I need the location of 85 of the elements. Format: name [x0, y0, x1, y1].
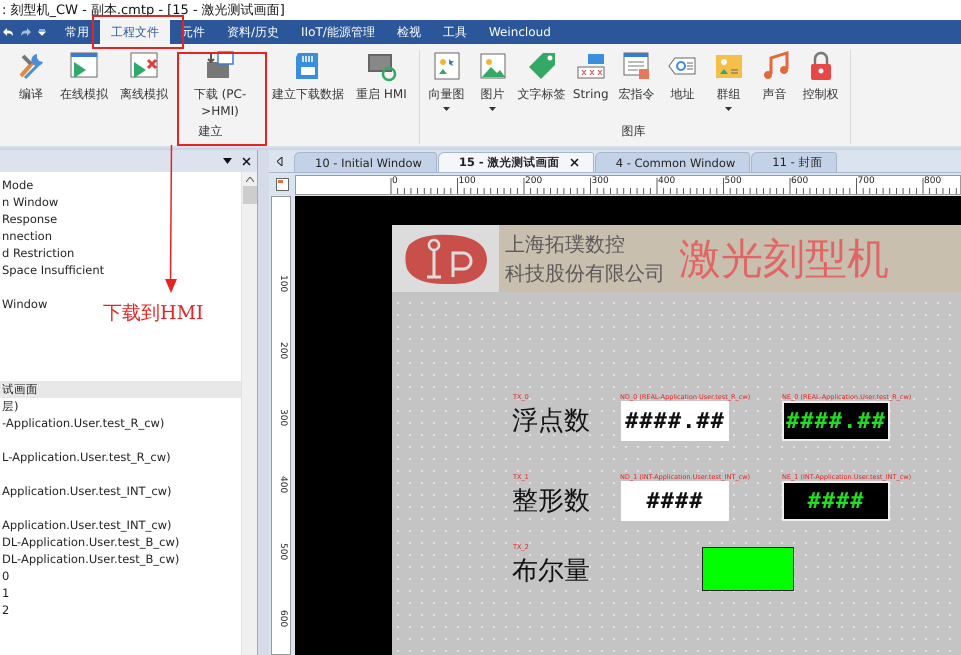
ribbon-button[interactable]: 群组: [706, 50, 752, 111]
ruler-label: 200: [525, 176, 542, 186]
numeric-input[interactable]: ####.##: [782, 401, 890, 441]
editor-tab[interactable]: 4 - Common Window: [594, 152, 750, 172]
ruler-label: 500: [724, 176, 742, 186]
group-label: 图库: [622, 123, 646, 140]
tree-item[interactable]: d Restriction: [0, 245, 74, 262]
ruler-label: 600: [791, 176, 808, 186]
tree-item[interactable]: L-Application.User.test_R_cw): [0, 449, 171, 466]
numeric-input[interactable]: ####: [782, 481, 890, 521]
ruler-label: 100: [458, 176, 476, 186]
menu-tab[interactable]: 资料/历史: [216, 20, 290, 44]
tree-item[interactable]: 1: [0, 585, 10, 602]
undo-icon[interactable]: [2, 27, 14, 37]
annotation-text: 下载到HMI: [103, 301, 204, 326]
ribbon-button[interactable]: 在线模拟: [54, 50, 114, 103]
window-title: : 刻型机_CW - 副本.cmtp - [15 - 激光测试画面]: [2, 2, 285, 19]
tree-item[interactable]: Mode: [0, 177, 34, 194]
tree-item[interactable]: Application.User.test_INT_cw): [0, 517, 172, 534]
numeric-display[interactable]: ####: [621, 481, 729, 521]
window-icon[interactable]: [276, 178, 288, 191]
tree-item[interactable]: Response: [0, 211, 58, 228]
numeric-display[interactable]: ####.##: [621, 401, 729, 441]
menu-tab[interactable]: 检视: [386, 20, 432, 44]
ruler-label: 200: [278, 342, 288, 360]
tree-item[interactable]: Space Insufficient: [0, 262, 104, 279]
ribbon-button[interactable]: 下载 (PC->HMI): [174, 50, 266, 120]
ribbon-button[interactable]: 宏指令: [614, 50, 660, 103]
ribbon-button[interactable]: 地址: [660, 50, 706, 103]
menu-tab[interactable]: Weincloud: [478, 20, 562, 44]
tree-item[interactable]: n Window: [0, 194, 58, 211]
tree-item[interactable]: DL-Application.User.test_B_cw): [0, 534, 180, 551]
ruler-label: 600: [278, 610, 288, 628]
ruler-label: 800: [924, 176, 942, 186]
tree-item[interactable]: nnection: [0, 228, 52, 245]
ribbon-button[interactable]: 图片: [470, 50, 516, 111]
scroll-left-icon[interactable]: [277, 157, 283, 166]
menu-tab[interactable]: 工具: [432, 20, 478, 44]
text-object[interactable]: 浮点数: [512, 403, 590, 438]
tree-item[interactable]: DL-Application.User.test_B_cw): [0, 551, 180, 568]
ruler-label: 500: [278, 543, 288, 560]
tree-item[interactable]: 2: [0, 602, 10, 619]
ribbon-button[interactable]: String: [568, 50, 614, 103]
customize-dropdown-icon[interactable]: [38, 28, 46, 36]
redo-icon[interactable]: [20, 27, 32, 37]
scrollbar[interactable]: [241, 172, 257, 655]
company-name: 科技股份有限公司: [505, 260, 665, 286]
text-object[interactable]: 布尔量: [512, 553, 590, 588]
ribbon-button[interactable]: 文字标签: [516, 50, 568, 103]
tree-item[interactable]: 0: [0, 568, 10, 585]
ribbon-button[interactable]: 建立下载数据: [266, 50, 350, 103]
editor-tab[interactable]: 15 - 激光测试画面: [438, 152, 594, 172]
ribbon-button[interactable]: 重启 HMI: [350, 50, 413, 103]
ribbon-button[interactable]: 声音: [752, 50, 798, 103]
menu-tab[interactable]: IIoT/能源管理: [290, 20, 386, 44]
tree-item[interactable]: Application.User.test_INT_cw): [0, 483, 172, 500]
ruler-label: 400: [278, 476, 288, 494]
ribbon-button[interactable]: 控制权: [798, 50, 844, 103]
scroll-thumb[interactable]: [242, 186, 256, 204]
tree-item[interactable]: Window: [0, 296, 48, 313]
ruler-label: 400: [658, 176, 676, 186]
ribbon-button[interactable]: 离线模拟: [114, 50, 174, 103]
tree-item[interactable]: 试画面: [0, 381, 241, 398]
ruler-label: 100: [278, 275, 288, 292]
scroll-up-icon[interactable]: [246, 177, 254, 182]
editor-tab[interactable]: 10 - Initial Window: [294, 152, 437, 172]
close-icon[interactable]: [242, 156, 251, 166]
ruler-label: 300: [592, 176, 609, 186]
ruler-label: 0: [392, 176, 398, 186]
ribbon-button[interactable]: 向量图: [424, 50, 470, 111]
close-icon[interactable]: [570, 158, 579, 167]
dropdown-icon[interactable]: [223, 158, 232, 164]
tree-item[interactable]: -Application.User.test_R_cw): [0, 415, 164, 432]
company-name: 上海拓璞数控: [505, 230, 626, 258]
bit-lamp[interactable]: [702, 547, 794, 591]
editor-tab[interactable]: 11 - 封面: [751, 152, 838, 172]
screen-title: 激光刻型机: [679, 232, 889, 284]
group-label: 建立: [198, 123, 222, 140]
ruler-label: 700: [858, 176, 875, 186]
menu-tab[interactable]: 工程文件: [100, 20, 170, 44]
ribbon-button[interactable]: 编译: [8, 50, 54, 103]
text-object[interactable]: 整形数: [512, 483, 590, 518]
menu-tab[interactable]: 常用: [54, 20, 100, 44]
tree-item[interactable]: 层): [0, 398, 18, 415]
ruler-label: 300: [278, 409, 288, 426]
